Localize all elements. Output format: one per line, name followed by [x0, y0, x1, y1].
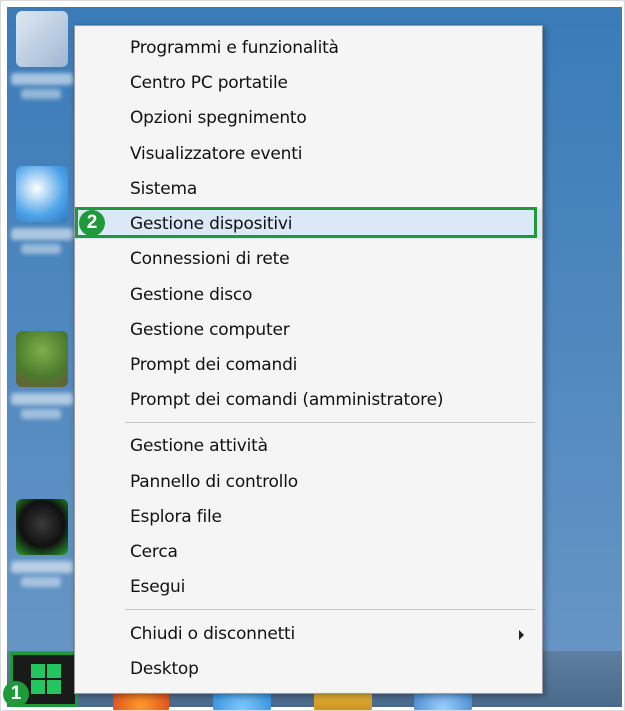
menu-item-chiudi-disconnetti[interactable]: Chiudi o disconnetti	[75, 619, 542, 649]
menu-item-gestione-attivita[interactable]: Gestione attività	[75, 431, 542, 461]
menu-item-sistema[interactable]: Sistema	[75, 174, 542, 204]
menu-item-opzioni-spegnimento[interactable]: Opzioni spegnimento	[75, 103, 542, 133]
menu-item-cerca[interactable]: Cerca	[75, 537, 542, 567]
winx-context-menu: Programmi e funzionalità Centro PC porta…	[74, 25, 543, 694]
menu-item-gestione-computer[interactable]: Gestione computer	[75, 315, 542, 345]
menu-separator	[125, 422, 535, 423]
windows-logo-icon	[31, 664, 61, 694]
menu-item-esegui[interactable]: Esegui	[75, 572, 542, 602]
menu-separator	[125, 609, 535, 610]
menu-item-gestione-disco[interactable]: Gestione disco	[75, 280, 542, 310]
menu-item-connessioni-rete[interactable]: Connessioni di rete	[75, 244, 542, 274]
menu-item-prompt-comandi-admin[interactable]: Prompt dei comandi (amministratore)	[75, 385, 542, 415]
menu-item-programmi[interactable]: Programmi e funzionalità	[75, 33, 542, 63]
menu-item-prompt-comandi[interactable]: Prompt dei comandi	[75, 350, 542, 380]
menu-item-esplora-file[interactable]: Esplora file	[75, 502, 542, 532]
menu-item-visualizzatore-eventi[interactable]: Visualizzatore eventi	[75, 139, 542, 169]
step-badge-2: 2	[79, 210, 105, 236]
desktop-icon[interactable]	[11, 331, 73, 419]
desktop-icon[interactable]	[11, 499, 73, 587]
chevron-right-icon	[519, 630, 524, 640]
menu-item-centro-pc[interactable]: Centro PC portatile	[75, 68, 542, 98]
desktop-icon[interactable]	[11, 11, 73, 99]
desktop-icon[interactable]	[11, 166, 73, 254]
screenshot-frame: 1 Programmi e funzionalità Centro PC por…	[0, 0, 625, 711]
highlight-box	[75, 207, 537, 238]
step-badge-1: 1	[3, 681, 29, 707]
menu-item-pannello-controllo[interactable]: Pannello di controllo	[75, 467, 542, 497]
menu-item-desktop[interactable]: Desktop	[75, 654, 542, 684]
